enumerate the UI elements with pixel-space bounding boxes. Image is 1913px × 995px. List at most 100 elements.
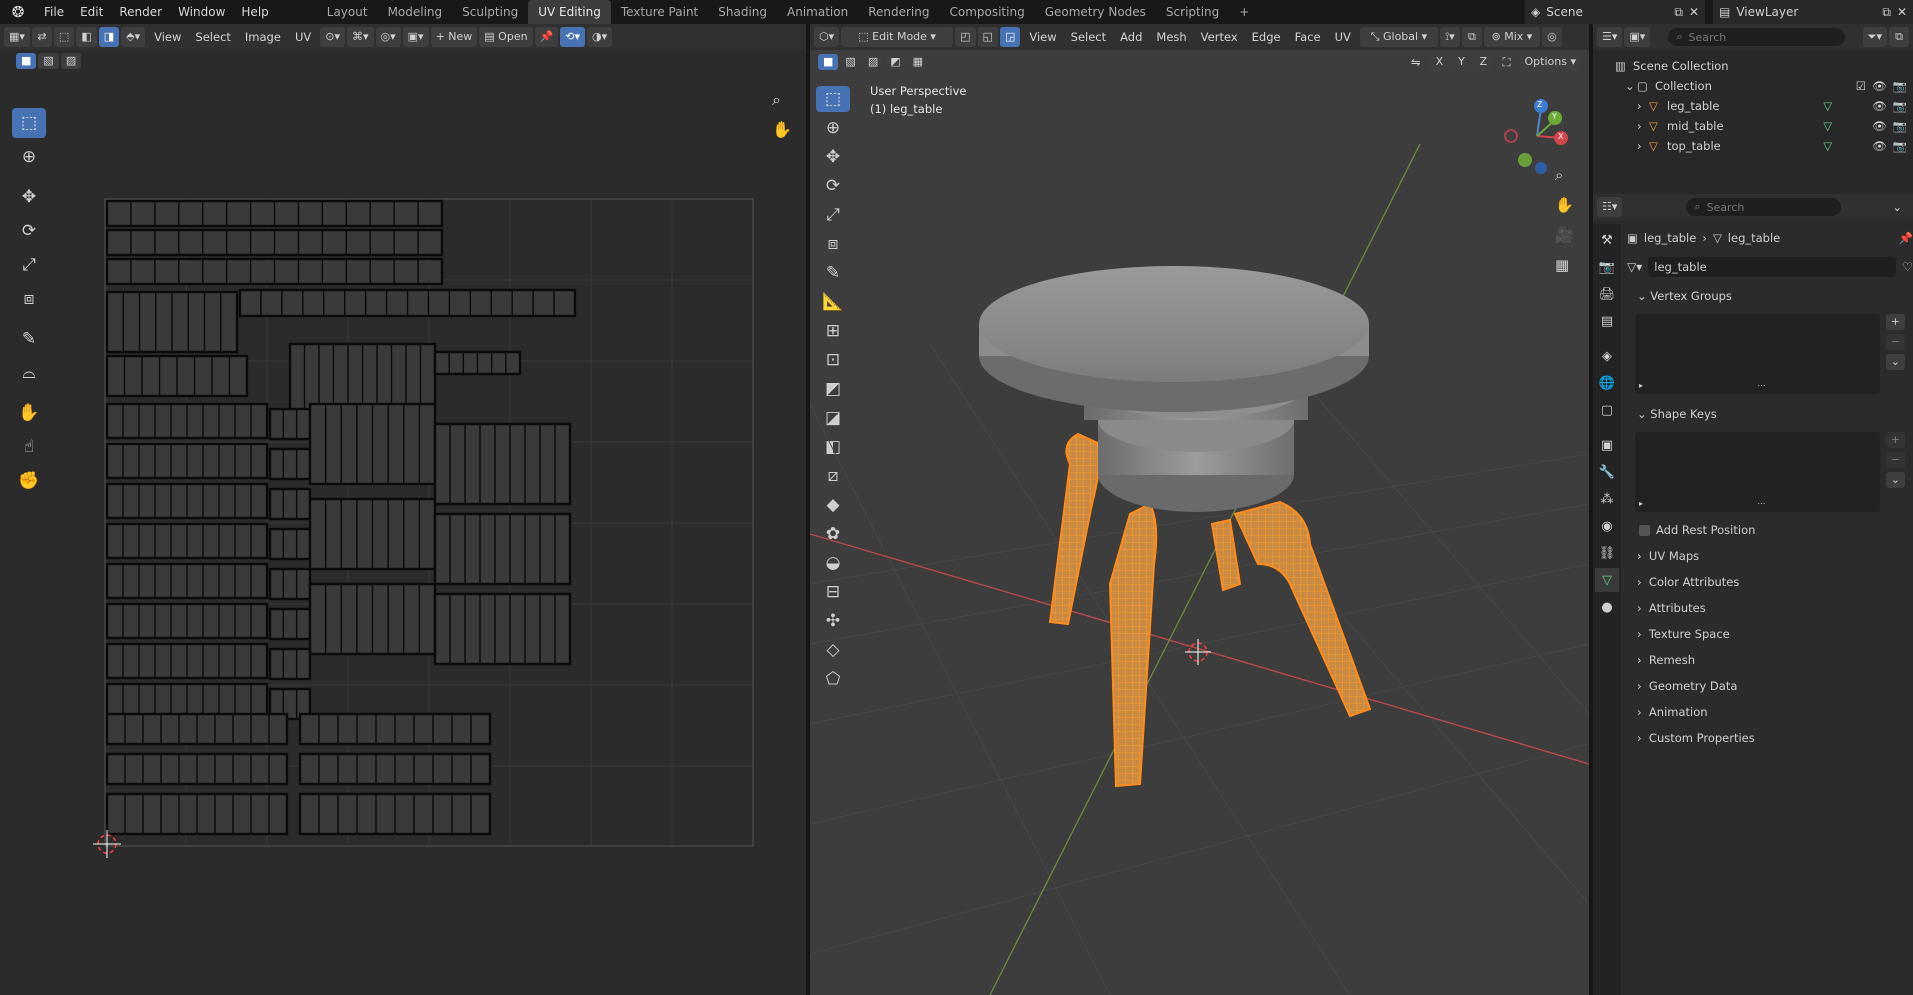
rip-icon[interactable]: ⌓ [12, 358, 46, 388]
viewport-zoom-icon[interactable]: ⌕ [1555, 166, 1574, 184]
tab-modeling[interactable]: Modeling [378, 0, 453, 24]
pin-properties-icon[interactable]: 📌 [1899, 231, 1913, 245]
menu-edit[interactable]: Edit [72, 0, 111, 24]
top-table-mesh[interactable] [979, 266, 1369, 412]
material-tab-icon[interactable]: ● [1595, 595, 1619, 619]
viewlayer-selector[interactable]: ▤ ViewLayer ⧉ ✕ [1713, 0, 1913, 24]
rotate-icon[interactable]: ⟳ [12, 216, 46, 246]
tab-geometry-nodes[interactable]: Geometry Nodes [1035, 0, 1156, 24]
shape-keys-list[interactable]: ▸ ⋯ [1635, 432, 1880, 512]
remove-scene-icon[interactable]: ✕ [1689, 5, 1699, 19]
transform-icon[interactable]: ⧈ [12, 284, 46, 314]
panel-remesh[interactable]: › Remesh [1627, 646, 1913, 672]
snap-icon[interactable]: ⌘▾ [346, 27, 374, 47]
tab-rendering[interactable]: Rendering [858, 0, 939, 24]
panel-custom-properties[interactable]: › Custom Properties [1627, 724, 1913, 750]
shape-keys-panel-header[interactable]: ⌄ Shape Keys [1627, 400, 1913, 426]
list-expand-icon[interactable]: ▸ [1639, 381, 1643, 390]
outliner-type-icon[interactable]: ☰▾ [1597, 27, 1623, 47]
tab-sculpting[interactable]: Sculpting [452, 0, 528, 24]
remove-viewlayer-icon[interactable]: ✕ [1897, 5, 1907, 19]
list-resize-handle[interactable]: ⋯ [1757, 381, 1765, 390]
render-tab-icon[interactable]: 📷 [1595, 255, 1619, 279]
gizmo-toggle-icon[interactable]: ⟲▾ [560, 27, 586, 47]
image-browse-icon[interactable]: ▣▾ [402, 27, 429, 47]
move-icon[interactable]: ✥ [12, 182, 46, 212]
tab-animation[interactable]: Animation [777, 0, 858, 24]
collection-visibility-icon[interactable]: 👁 [1872, 79, 1887, 93]
camera-view-icon[interactable]: 🎥 [1555, 226, 1574, 244]
edge-select-icon[interactable]: ◧ [76, 27, 97, 47]
properties-type-icon[interactable]: ☷▾ [1597, 197, 1623, 217]
tab-uv-editing[interactable]: UV Editing [528, 0, 611, 24]
object-tab-icon[interactable]: ▣ [1595, 433, 1619, 457]
properties-search-field[interactable]: ⌕ Search [1686, 198, 1842, 216]
overlay-toggle-icon[interactable]: ◑▾ [587, 27, 613, 47]
face-select-icon[interactable]: ◨ [98, 27, 120, 47]
vertex-select-icon[interactable]: ⬚ [53, 27, 75, 47]
vertex-groups-list[interactable]: ▸ ⋯ [1635, 314, 1880, 394]
remove-shape-key-button[interactable]: − [1885, 452, 1905, 468]
breadcrumb-object[interactable]: leg_table [1644, 231, 1696, 245]
shape-list-expand-icon[interactable]: ▸ [1639, 499, 1643, 508]
panel-animation[interactable]: › Animation [1627, 698, 1913, 724]
scene-collection-row[interactable]: ▥ Scene Collection [1615, 56, 1913, 76]
fake-user-icon[interactable]: ♡ [1902, 260, 1913, 274]
open-image-button[interactable]: ▤ Open [479, 27, 533, 47]
panel-texture-space[interactable]: › Texture Space [1627, 620, 1913, 646]
new-collection-icon[interactable]: ⧉ [1889, 27, 1909, 47]
annotate-icon[interactable]: ✎ [12, 324, 46, 354]
vertex-groups-panel-header[interactable]: ⌄ Vertex Groups [1627, 282, 1913, 308]
shape-list-resize-handle[interactable]: ⋯ [1757, 499, 1765, 508]
add-rest-position-checkbox[interactable] [1639, 524, 1650, 536]
tab-layout[interactable]: Layout [317, 0, 378, 24]
relax-icon[interactable]: ☝ [12, 432, 46, 462]
object-render-icon[interactable]: 📷 [1893, 139, 1907, 153]
new-scene-icon[interactable]: ⧉ [1674, 5, 1683, 20]
object-visibility-icon[interactable]: 👁 [1872, 99, 1887, 113]
scale-icon[interactable]: ⤢ [12, 250, 46, 280]
cursor-icon[interactable]: ⊕ [12, 142, 46, 172]
add-vertex-group-button[interactable]: + [1885, 314, 1905, 330]
collection-render-icon[interactable]: 📷 [1893, 79, 1907, 93]
expand-icon[interactable]: › [1637, 99, 1649, 113]
select-subtract-icon[interactable]: ▨ [60, 53, 82, 69]
outliner-object-row[interactable]: › ▽ leg_table ▽ 👁 📷 [1615, 96, 1913, 116]
properties-options-icon[interactable]: ⌄ [1885, 200, 1909, 214]
object-render-icon[interactable]: 📷 [1893, 119, 1907, 133]
outliner-object-row[interactable]: › ▽ mid_table ▽ 👁 📷 [1615, 116, 1913, 136]
panel-geometry-data[interactable]: › Geometry Data [1627, 672, 1913, 698]
constraints-tab-icon[interactable]: ⛓ [1595, 541, 1619, 565]
output-tab-icon[interactable]: 🖨 [1595, 282, 1619, 306]
expand-icon[interactable]: › [1637, 119, 1649, 133]
physics-tab-icon[interactable]: ◉ [1595, 514, 1619, 538]
uv-menu-image[interactable]: Image [238, 30, 288, 44]
tab-compositing[interactable]: Compositing [939, 0, 1034, 24]
select-extend-icon[interactable]: ▧ [38, 53, 59, 69]
scene-selector[interactable]: ◈ Scene ⧉ ✕ [1525, 0, 1705, 24]
outliner-search-field[interactable]: ⌕ Search [1668, 28, 1845, 46]
mesh-name-field[interactable]: leg_table [1648, 257, 1897, 277]
new-image-button[interactable]: + New [430, 27, 478, 47]
display-mode-icon[interactable]: ▣▾ [1624, 27, 1651, 47]
proportional-icon[interactable]: ◎▾ [375, 27, 401, 47]
add-workspace-button[interactable]: + [1229, 0, 1259, 24]
scene-tab-icon[interactable]: ◈ [1595, 344, 1619, 368]
blender-logo-icon[interactable]: ❂ [0, 3, 36, 21]
grab-icon[interactable]: ✋ [12, 398, 46, 428]
tab-shading[interactable]: Shading [708, 0, 777, 24]
uv-menu-uv[interactable]: UV [288, 30, 318, 44]
panel-attributes[interactable]: › Attributes [1627, 594, 1913, 620]
object-visibility-icon[interactable]: 👁 [1872, 119, 1887, 133]
collection-checkbox-icon[interactable]: ☑ [1856, 79, 1866, 93]
filter-icon[interactable]: ⏷▾ [1862, 27, 1887, 47]
collection-tab-icon[interactable]: ▢ [1595, 398, 1619, 422]
mesh-browse-icon[interactable]: ▽▾ [1627, 260, 1642, 274]
tab-scripting[interactable]: Scripting [1156, 0, 1229, 24]
uv-menu-view[interactable]: View [147, 30, 188, 44]
tool-tab-icon[interactable]: ⚒ [1595, 228, 1619, 252]
sticky-mode-icon[interactable]: ⬘▾ [121, 27, 146, 47]
pan-hand-icon[interactable]: ✋ [772, 120, 792, 139]
menu-render[interactable]: Render [111, 0, 170, 24]
breadcrumb-mesh[interactable]: leg_table [1728, 231, 1780, 245]
